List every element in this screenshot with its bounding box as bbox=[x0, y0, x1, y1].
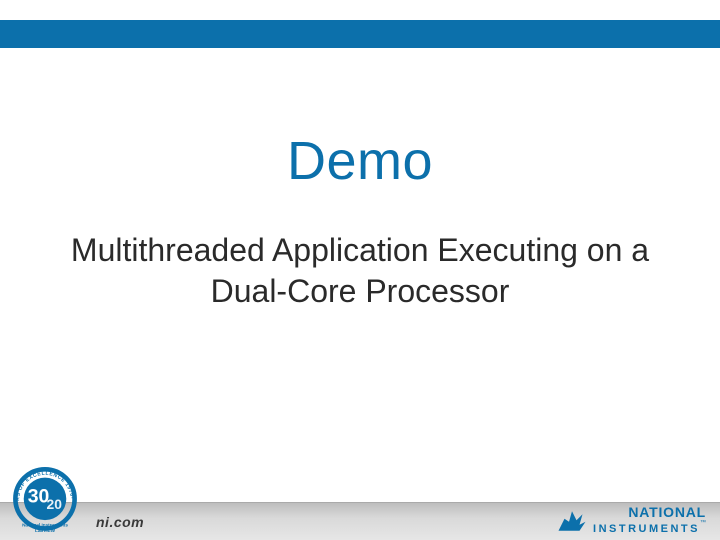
anniversary-seal-icon: YEARS OF EXCELLENCE 1976-2006 30 20 Nati… bbox=[8, 460, 82, 534]
slide: Demo Multithreaded Application Executing… bbox=[0, 0, 720, 540]
ni-logo-line2: INSTRUMENTS bbox=[593, 523, 700, 535]
slide-content: Demo Multithreaded Application Executing… bbox=[0, 130, 720, 312]
ni-eagle-icon bbox=[557, 508, 587, 534]
header-accent-bar bbox=[0, 20, 720, 48]
trademark-symbol: ™ bbox=[700, 520, 706, 526]
footer-url: ni.com bbox=[96, 514, 144, 530]
slide-title: Demo bbox=[60, 130, 660, 192]
ni-logo-text: NATIONAL INSTRUMENTS™ bbox=[593, 506, 706, 535]
ni-logo-line1: NATIONAL bbox=[628, 504, 706, 520]
ni-logo: NATIONAL INSTRUMENTS™ bbox=[557, 506, 706, 535]
seal-bottom-label: National Instruments bbox=[22, 523, 68, 528]
slide-subtitle: Multithreaded Application Executing on a… bbox=[60, 230, 660, 312]
slide-footer: YEARS OF EXCELLENCE 1976-2006 30 20 Nati… bbox=[0, 466, 720, 540]
seal-bottom-sub: LabVIEW bbox=[35, 528, 56, 533]
seal-small-number: 20 bbox=[47, 496, 63, 512]
